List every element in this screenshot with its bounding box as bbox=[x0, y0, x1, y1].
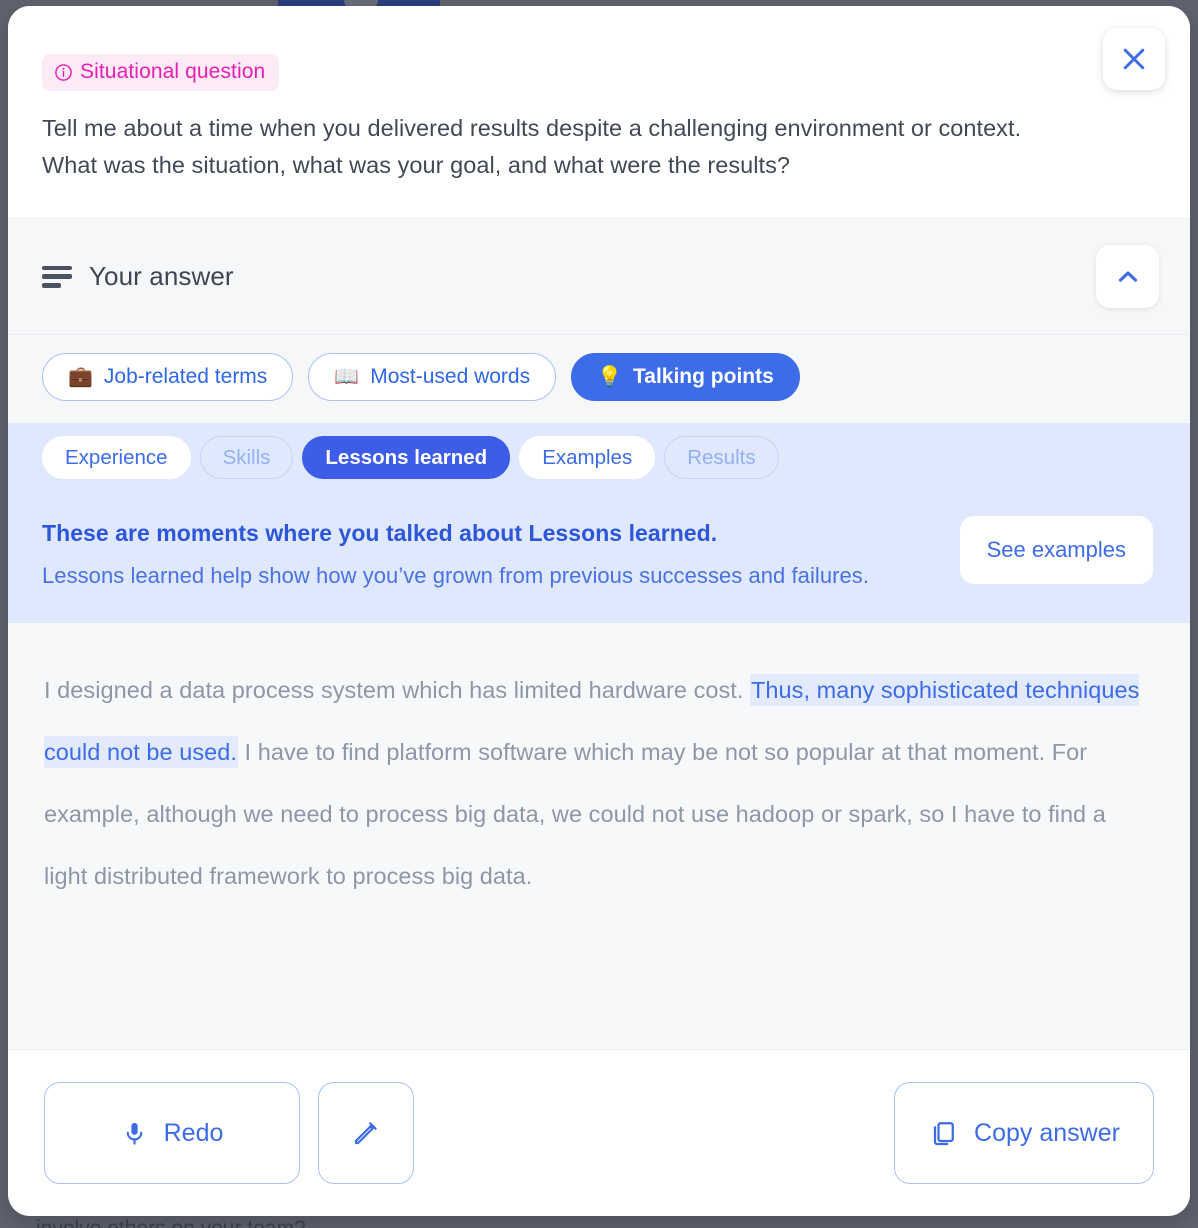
collapse-answer-button[interactable] bbox=[1096, 245, 1159, 308]
subtab-results[interactable]: Results bbox=[664, 436, 779, 479]
page-root: involve others on your team? Situational… bbox=[0, 0, 1198, 1228]
chip-label: Job-related terms bbox=[103, 365, 268, 388]
chip-talking-points[interactable]: 💡 Talking points bbox=[571, 353, 800, 401]
analysis-category-chips: 💼 Job-related terms 📖 Most-used words 💡 … bbox=[8, 335, 1190, 423]
answer-header-title: Your answer bbox=[89, 261, 234, 291]
chip-label: Most-used words bbox=[370, 365, 531, 388]
question-type-badge: Situational question bbox=[42, 54, 280, 91]
chevron-up-icon bbox=[1118, 270, 1137, 282]
close-icon bbox=[1123, 48, 1145, 70]
pencil-icon bbox=[354, 1122, 377, 1145]
see-examples-button[interactable]: See examples bbox=[959, 516, 1153, 584]
answer-review-modal: Situational question Tell me about a tim… bbox=[8, 6, 1190, 1216]
redo-label: Redo bbox=[163, 1118, 224, 1147]
answer-transcript-panel: I designed a data process system which h… bbox=[8, 623, 1190, 1050]
subtab-examples[interactable]: Examples bbox=[519, 436, 656, 479]
subtab-experience[interactable]: Experience bbox=[42, 436, 191, 479]
subtab-lessons-learned[interactable]: Lessons learned bbox=[302, 436, 511, 479]
copy-answer-button[interactable]: Copy answer bbox=[894, 1082, 1154, 1184]
briefcase-icon: 💼 bbox=[68, 366, 93, 388]
copy-label: Copy answer bbox=[974, 1118, 1120, 1147]
info-banner-title: These are moments where you talked about… bbox=[42, 520, 718, 546]
microphone-icon bbox=[126, 1122, 142, 1145]
answer-header: Your answer bbox=[8, 219, 1190, 335]
chip-most-used-words[interactable]: 📖 Most-used words bbox=[308, 353, 557, 401]
question-text: Tell me about a time when you delivered … bbox=[42, 115, 1022, 178]
question-section: Situational question Tell me about a tim… bbox=[8, 6, 1190, 219]
background-cutoff-text: involve others on your team? bbox=[36, 1218, 476, 1228]
close-button[interactable] bbox=[1103, 28, 1165, 90]
info-banner: These are moments where you talked about… bbox=[8, 492, 1190, 623]
talking-point-subtabs: Experience Skills Lessons learned Exampl… bbox=[8, 423, 1190, 492]
chip-job-related-terms[interactable]: 💼 Job-related terms bbox=[42, 353, 294, 401]
copy-icon bbox=[933, 1122, 954, 1146]
list-lines-icon bbox=[42, 265, 72, 288]
subtab-skills[interactable]: Skills bbox=[199, 436, 294, 479]
chip-label: Talking points bbox=[633, 365, 774, 388]
question-type-label: Situational question bbox=[80, 60, 266, 83]
open-book-icon: 📖 bbox=[334, 366, 360, 388]
info-banner-text: These are moments where you talked about… bbox=[42, 516, 869, 589]
answer-transcript: I designed a data process system which h… bbox=[44, 659, 1154, 907]
footer-actions: Redo Copy answer bbox=[8, 1050, 1190, 1216]
info-circle-icon bbox=[55, 63, 72, 81]
redo-button[interactable]: Redo bbox=[44, 1082, 300, 1184]
info-banner-subtitle: Lessons learned help show how you’ve gro… bbox=[42, 563, 869, 588]
footer-left-group: Redo bbox=[44, 1082, 414, 1184]
transcript-segment: I designed a data process system which h… bbox=[44, 677, 751, 703]
lightbulb-icon: 💡 bbox=[597, 366, 623, 388]
edit-answer-button[interactable] bbox=[318, 1082, 414, 1184]
